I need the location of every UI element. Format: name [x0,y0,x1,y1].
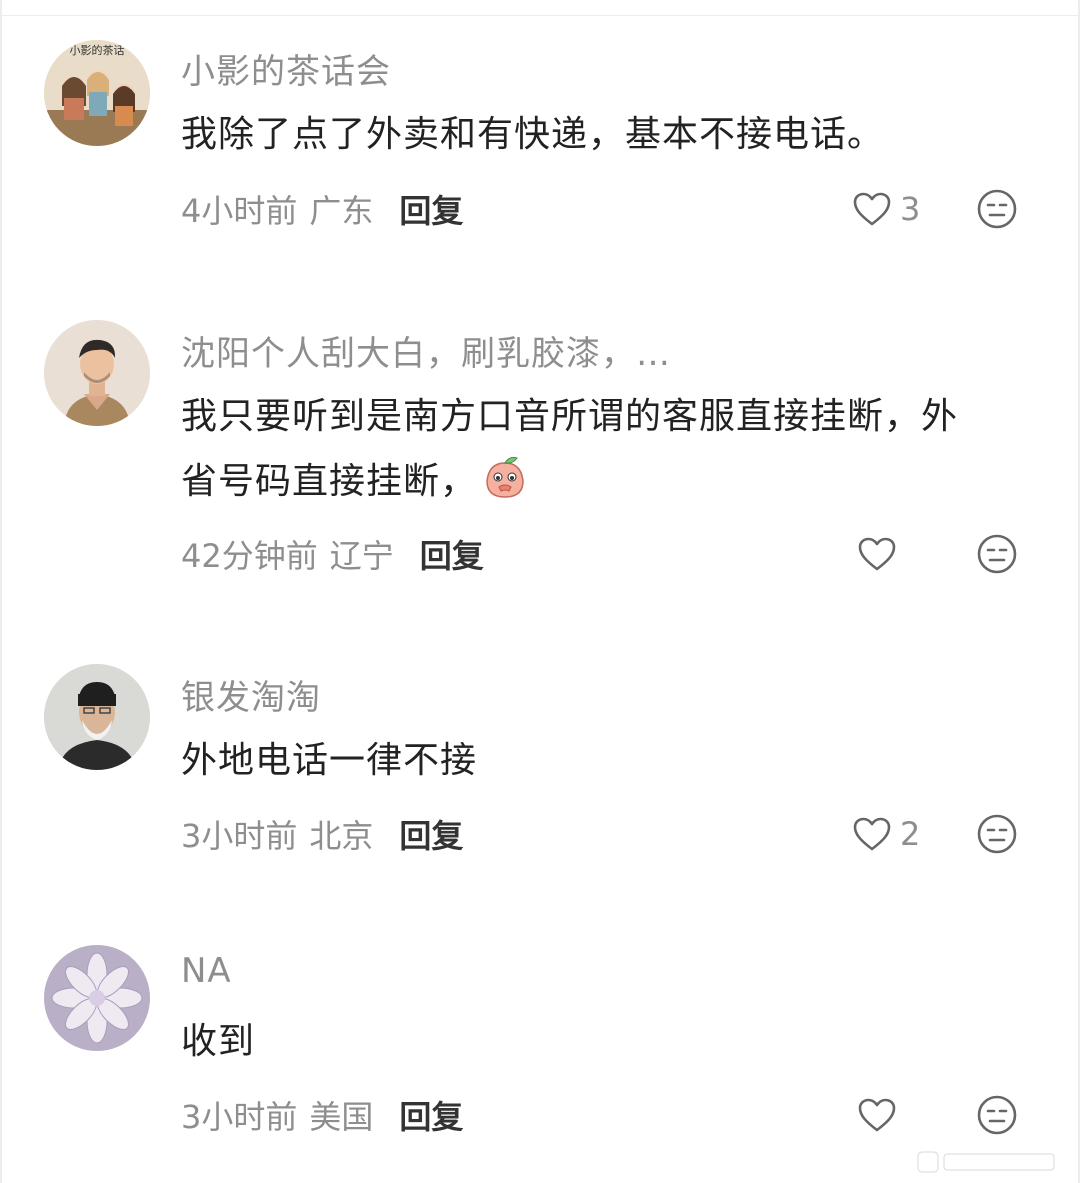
dislike-button[interactable] [976,1094,1018,1136]
reply-button[interactable]: 回复 [399,1092,463,1138]
like-button[interactable]: 3 [852,187,920,231]
heart-outline-icon [858,537,896,571]
like-button[interactable] [857,532,897,576]
dislike-button[interactable] [976,188,1018,230]
top-divider [0,15,1080,16]
neutral-face-icon [977,1095,1017,1135]
watermark-logo [917,1151,1055,1173]
dislike-button[interactable] [976,533,1018,575]
username[interactable]: 小影的茶话会 [181,44,391,93]
neutral-face-icon [977,814,1017,854]
avatar[interactable] [44,945,150,1051]
comment-time: 3小时前 [181,1098,298,1136]
comment-meta: 3小时前 北京 回复 [181,812,463,856]
comment-location: 广东 [309,192,374,230]
avatar[interactable] [44,664,150,770]
username[interactable]: 银发淘淘 [181,670,321,719]
comment-text: 我除了点了外卖和有快递，基本不接电话。 [181,114,885,155]
page-border-left [0,0,2,1183]
peach-shy-emoji [486,457,524,498]
heart-outline-icon [858,1098,896,1132]
avatar[interactable] [44,320,150,426]
dislike-button[interactable] [976,813,1018,855]
username[interactable]: 沈阳个人刮大白，刷乳胶漆，… [181,326,671,375]
comment-meta: 42分钟前 辽宁 回复 [181,532,484,576]
comment-time: 42分钟前 [181,537,318,575]
heart-outline-icon [853,817,891,851]
like-count: 2 [900,815,921,853]
comment-time: 3小时前 [181,817,298,855]
like-button[interactable] [857,1093,897,1137]
comment-text-line: 省号码直接挂断， [181,449,1041,514]
svg-text:小影的茶话: 小影的茶话 [70,43,125,57]
comment-meta: 3小时前 美国 回复 [181,1093,463,1137]
reply-button[interactable]: 回复 [399,186,463,232]
comment-text: 收到 [181,1021,256,1062]
reply-button[interactable]: 回复 [420,531,484,577]
comment-text: 外地电话一律不接 [181,740,478,781]
comment-time: 4小时前 [181,192,298,230]
like-count: 3 [900,190,921,228]
comment-text: 我只要听到是南方口音所谓的客服直接挂断，外 省号码直接挂断， [181,384,1041,514]
comment-meta: 4小时前 广东 回复 [181,187,463,231]
heart-outline-icon [853,192,891,226]
comment-text-tail: 省号码直接挂断， [181,461,478,502]
avatar[interactable]: 小影的茶话 [44,40,150,146]
comment-location: 美国 [309,1098,374,1136]
username[interactable]: NA [181,951,232,991]
comment-location: 辽宁 [329,537,394,575]
like-button[interactable]: 2 [852,812,920,856]
neutral-face-icon [977,189,1017,229]
comment-text-line: 我只要听到是南方口音所谓的客服直接挂断，外 [181,396,959,437]
reply-button[interactable]: 回复 [399,811,463,857]
neutral-face-icon [977,534,1017,574]
comment-location: 北京 [309,817,374,855]
